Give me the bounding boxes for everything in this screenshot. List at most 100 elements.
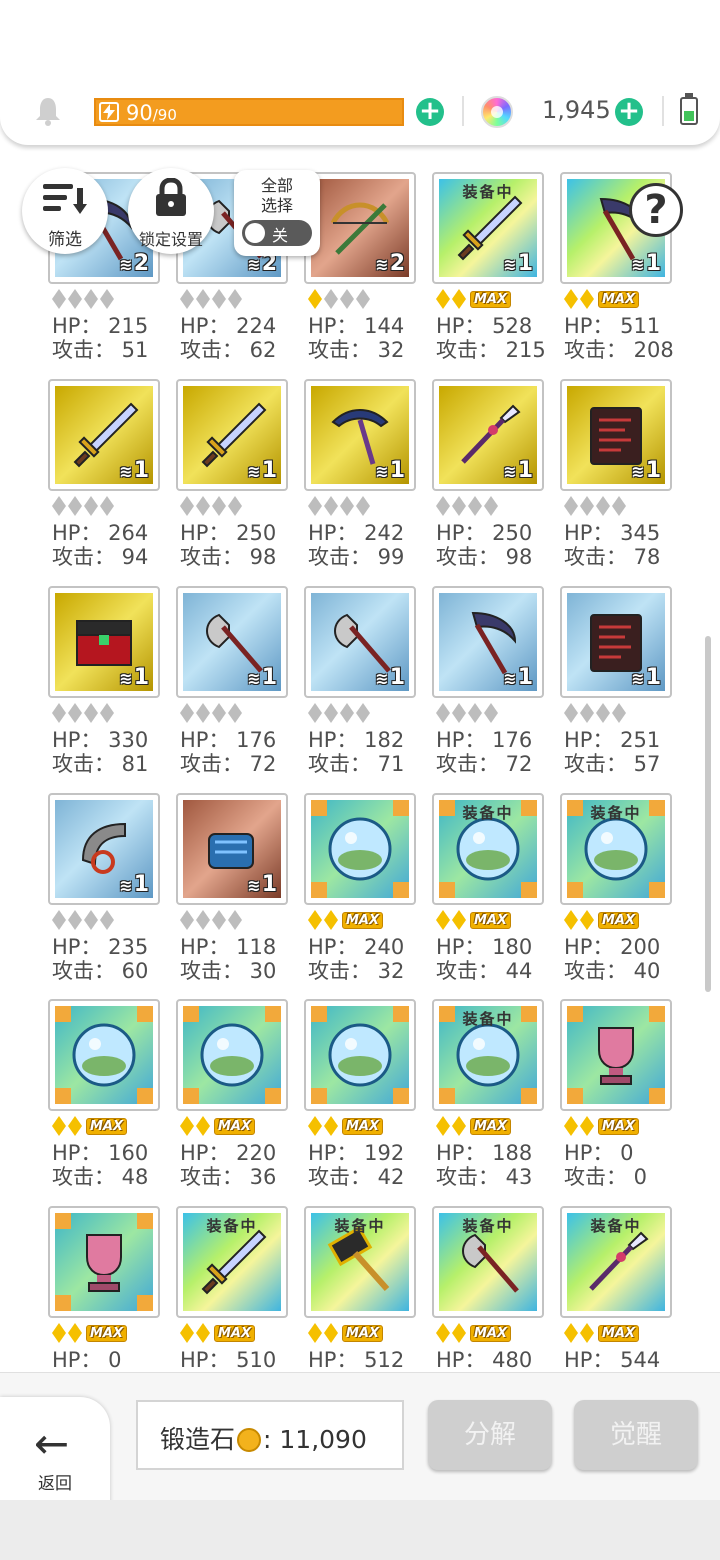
equipment-card[interactable]: 1 [560, 586, 672, 698]
frame-corner [137, 1295, 153, 1311]
select-all-panel: 全部 选择 关 [234, 170, 320, 256]
equipment-card[interactable]: 1 [560, 379, 672, 491]
equipment-card[interactable] [176, 999, 288, 1111]
rank-diamond-icon [356, 496, 370, 516]
equipment-card[interactable]: 装备中 [176, 1206, 288, 1318]
frame-corner [521, 1088, 537, 1104]
rank-indicator: MAX [564, 1322, 640, 1344]
attack-stat: 攻击： 81 [52, 752, 149, 776]
rank-diamond-icon [324, 289, 338, 309]
rank-diamond-icon [436, 496, 450, 516]
equipment-card[interactable]: 1 [48, 586, 160, 698]
add-gem-button[interactable]: + [615, 98, 643, 126]
rank-diamond-icon [452, 1116, 466, 1136]
energy-bar: 90/90 [94, 98, 404, 126]
attack-stat: 攻击： 42 [308, 1165, 405, 1189]
scrollbar[interactable] [705, 636, 711, 992]
rank-diamond-icon [452, 910, 466, 930]
disassemble-button[interactable]: 分解 [428, 1400, 552, 1470]
equipment-card[interactable]: 1 [176, 793, 288, 905]
attack-stat: 攻击： 208 [564, 338, 674, 362]
equipment-card[interactable]: 1 [176, 379, 288, 491]
attack-stat: 攻击： 99 [308, 545, 405, 569]
bell-icon[interactable] [34, 96, 62, 126]
equipment-card[interactable]: 1 [48, 379, 160, 491]
equipment-card[interactable] [560, 999, 672, 1111]
rank-diamond-icon [196, 289, 210, 309]
quantity-badge: 1 [375, 458, 405, 483]
equipment-art: 1 [55, 593, 153, 691]
help-button[interactable]: ? [629, 183, 683, 237]
equipment-card[interactable]: 1 [432, 379, 544, 491]
equipment-art: 装备中 [439, 800, 537, 898]
max-badge: MAX [342, 1324, 384, 1342]
equipment-card[interactable] [48, 999, 160, 1111]
equipment-card[interactable]: 1 [432, 586, 544, 698]
equipment-art: 装备中 [311, 1213, 409, 1311]
rank-diamond-icon [308, 1116, 322, 1136]
equipment-art: 1 [183, 593, 281, 691]
equipment-card[interactable]: 1 [304, 379, 416, 491]
quantity-badge: 1 [119, 872, 149, 897]
lock-settings-label: 锁定设置 [138, 230, 203, 249]
equipment-card[interactable]: 1 [48, 793, 160, 905]
rank-diamond-icon [196, 1323, 210, 1343]
rank-diamond-icon [68, 496, 82, 516]
lock-settings-button[interactable]: 锁定设置 [128, 168, 214, 254]
equipment-card[interactable] [48, 1206, 160, 1318]
sword-icon [197, 1227, 267, 1297]
equipment-art [55, 1006, 153, 1104]
rank-diamond-icon [324, 703, 338, 723]
rank-diamond-icon [100, 703, 114, 723]
rank-diamond-icon [436, 1116, 450, 1136]
equipment-card[interactable] [304, 793, 416, 905]
equipment-art: 装备中 [567, 800, 665, 898]
filter-button[interactable]: 筛选 [22, 168, 108, 254]
rank-diamond-icon [484, 703, 498, 723]
rank-diamond-icon [564, 1116, 578, 1136]
rank-diamond-icon [68, 289, 82, 309]
rank-indicator [180, 702, 244, 724]
equipped-label: 装备中 [462, 1010, 514, 1028]
rank-diamond-icon [612, 496, 626, 516]
add-energy-button[interactable]: + [416, 98, 444, 126]
equipment-art [567, 1006, 665, 1104]
max-badge: MAX [214, 1324, 256, 1342]
awaken-button[interactable]: 觉醒 [574, 1400, 698, 1470]
equipment-card[interactable]: 1 [176, 586, 288, 698]
equipment-card[interactable]: 装备中 [560, 793, 672, 905]
hp-stat: HP： 510 [180, 1348, 277, 1372]
back-button[interactable]: ← 返回 [0, 1397, 110, 1507]
rank-diamond-icon [452, 1323, 466, 1343]
equipment-card[interactable]: 装备中 [432, 793, 544, 905]
rank-diamond-icon [596, 496, 610, 516]
equipment-card[interactable]: 装备中 1 [432, 172, 544, 284]
equipment-card[interactable]: 装备中 [432, 1206, 544, 1318]
equipment-card[interactable]: 装备中 [304, 1206, 416, 1318]
top-bar: 90/90 + 1,945 + [0, 0, 720, 145]
equipment-card[interactable]: 2 [304, 172, 416, 284]
equipment-card[interactable] [304, 999, 416, 1111]
trophy-icon [581, 1020, 651, 1090]
attack-stat: 攻击： 78 [564, 545, 661, 569]
equipment-card[interactable]: 1 [304, 586, 416, 698]
equipment-card[interactable]: 装备中 [560, 1206, 672, 1318]
quantity-badge: 2 [375, 251, 405, 276]
frame-corner [567, 882, 583, 898]
equipment-art: 装备中 [183, 1213, 281, 1311]
rank-diamond-icon [52, 910, 66, 930]
rank-diamond-icon [84, 910, 98, 930]
equipment-art: 1 [55, 386, 153, 484]
select-all-toggle[interactable]: 关 [242, 220, 312, 246]
equipment-art: 1 [439, 386, 537, 484]
equipment-art: 装备中 [439, 1006, 537, 1104]
equipment-card[interactable]: 装备中 [432, 999, 544, 1111]
back-label: 返回 [38, 1474, 72, 1494]
orb-icon [197, 1020, 267, 1090]
rank-diamond-icon [308, 910, 322, 930]
rank-indicator: MAX [52, 1322, 128, 1344]
rank-diamond-icon [340, 289, 354, 309]
equipment-art: 1 [183, 386, 281, 484]
rank-diamond-icon [564, 703, 578, 723]
rank-diamond-icon [52, 1116, 66, 1136]
